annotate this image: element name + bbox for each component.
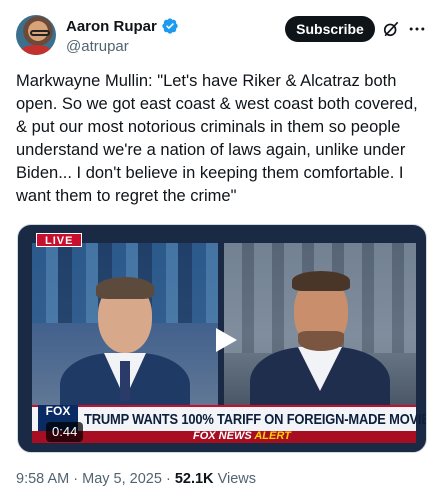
video-duration: 0:44 — [46, 422, 84, 442]
author-handle[interactable]: @atrupar — [66, 38, 179, 55]
tweet-time[interactable]: 9:58 AM — [16, 471, 69, 487]
live-badge: LIVE — [36, 233, 83, 247]
author-name[interactable]: Aaron Rupar — [66, 18, 157, 35]
video-panel-guest — [224, 243, 416, 433]
meta-separator-2: · — [165, 471, 171, 487]
avatar-glasses — [30, 30, 50, 36]
alert-word: ALERT — [254, 430, 291, 442]
more-icon[interactable] — [407, 19, 427, 39]
author-block: Aaron Rupar @atrupar — [66, 17, 179, 55]
verified-badge-icon — [162, 18, 178, 34]
news-chyron: TRUMP WANTS 100% TARIFF ON FOREIGN-MADE … — [32, 405, 426, 431]
subscribe-button[interactable]: Subscribe — [285, 16, 375, 42]
meta-separator: · — [73, 471, 79, 487]
alert-text: FOX NEWS ALERT — [193, 430, 291, 442]
play-icon[interactable] — [210, 325, 240, 355]
avatar[interactable] — [16, 15, 56, 55]
views-label: Views — [217, 471, 256, 487]
tweet-text: Markwayne Mullin: "Let's have Riker & Al… — [16, 72, 418, 205]
tweet-meta: 9:58 AM · May 5, 2025 · 52.1K Views — [16, 471, 256, 487]
alert-prefix: FOX NEWS — [193, 430, 252, 442]
chyron-headline: TRUMP WANTS 100% TARIFF ON FOREIGN-MADE … — [84, 411, 427, 428]
tweet-date[interactable]: May 5, 2025 — [82, 471, 162, 487]
views-count[interactable]: 52.1K — [175, 471, 214, 487]
name-row: Aaron Rupar — [66, 17, 179, 35]
grok-icon[interactable] — [381, 19, 401, 39]
video-panel-host — [32, 243, 218, 433]
video-player[interactable]: LIVE TRUMP WANTS 100% TARIFF ON FOREIGN-… — [17, 224, 427, 453]
avatar-shirt — [20, 45, 52, 55]
